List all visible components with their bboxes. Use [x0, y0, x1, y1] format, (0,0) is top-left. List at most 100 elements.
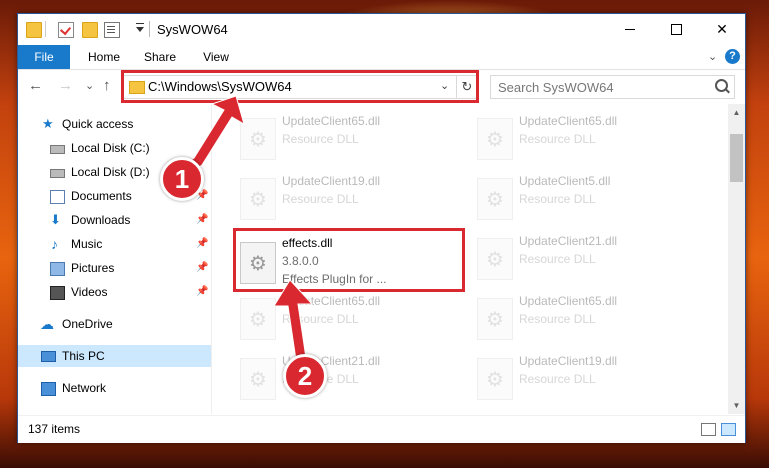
new-folder-icon[interactable]	[82, 22, 98, 38]
step-badge-1: 1	[160, 157, 204, 201]
dll-file-icon	[477, 178, 513, 220]
navigation-pane: ★ Quick access Local Disk (C:) Local Dis…	[18, 104, 211, 414]
navigation-bar: ← → ⌄ ↑ C:\Windows\SysWOW64 ⌄ ↻ Search S…	[18, 70, 745, 102]
pin-icon[interactable]: 📌	[196, 209, 208, 231]
file-item[interactable]: UpdateClient21.dll Resource DLL	[234, 352, 462, 404]
file-name: UpdateClient19.dll	[282, 174, 381, 188]
music-icon: ♪	[51, 236, 58, 252]
dll-file-icon	[477, 118, 513, 160]
expand-ribbon-icon[interactable]: ⌄	[708, 50, 717, 63]
folder-icon	[129, 81, 145, 94]
sidebar-item-network[interactable]: Network	[18, 377, 211, 399]
documents-icon	[50, 190, 65, 204]
qa-divider	[45, 21, 46, 37]
pin-icon[interactable]: 📌	[196, 257, 208, 279]
scroll-up-icon[interactable]: ▲	[728, 104, 745, 121]
window-title: SysWOW64	[157, 22, 228, 37]
sidebar-item-label: This PC	[62, 349, 105, 363]
quick-access-dropdown-icon[interactable]	[136, 23, 144, 32]
details-view-icon[interactable]	[701, 423, 716, 436]
search-box[interactable]: Search SysWOW64	[490, 75, 735, 99]
search-icon[interactable]	[715, 79, 728, 92]
vertical-scrollbar[interactable]: ▲ ▼	[728, 104, 745, 414]
file-item[interactable]: UpdateClient5.dll Resource DLL	[471, 172, 699, 224]
sidebar-item-onedrive[interactable]: ☁ OneDrive	[18, 313, 211, 335]
dll-file-icon	[240, 242, 276, 284]
sidebar-item-label: Quick access	[62, 117, 134, 131]
network-icon	[41, 382, 56, 396]
close-button[interactable]: ✕	[699, 14, 745, 45]
file-item[interactable]: UpdateClient65.dll Resource DLL	[234, 292, 462, 344]
drive-icon	[50, 169, 65, 178]
sidebar-item-downloads[interactable]: ⬇ Downloads 📌	[18, 209, 211, 231]
scrollbar-thumb[interactable]	[730, 134, 743, 182]
large-icons-view-icon[interactable]	[721, 423, 736, 436]
recent-locations-icon[interactable]: ⌄	[85, 79, 94, 92]
sidebar-item-label: Music	[71, 237, 103, 251]
dll-file-icon	[477, 358, 513, 400]
dll-file-icon	[477, 238, 513, 280]
address-bar[interactable]: C:\Windows\SysWOW64 ⌄ ↻	[123, 75, 478, 99]
tab-file[interactable]: File	[18, 45, 70, 69]
address-dropdown-icon[interactable]: ⌄	[440, 79, 449, 92]
sidebar-item-quick-access[interactable]: ★ Quick access	[18, 113, 211, 135]
tab-share[interactable]: Share	[140, 45, 180, 69]
cloud-icon: ☁	[40, 316, 54, 332]
file-description: Resource DLL	[282, 192, 359, 206]
file-name: UpdateClient65.dll	[519, 114, 618, 128]
back-arrow-icon[interactable]: ←	[28, 77, 43, 94]
up-arrow-icon[interactable]: ↑	[103, 77, 111, 94]
file-explorer-window: SysWOW64 ✕ File Home Share View ⌄ ? ← → …	[17, 13, 746, 443]
customize-icon[interactable]	[104, 22, 120, 38]
file-name: UpdateClient65.dll	[282, 114, 381, 128]
file-item[interactable]: UpdateClient65.dll Resource DLL	[234, 112, 462, 164]
file-description: Resource DLL	[519, 372, 596, 386]
search-input[interactable]: Search SysWOW64	[498, 80, 614, 95]
sidebar-item-label: Local Disk (D:)	[71, 165, 150, 179]
pin-icon[interactable]: 📌	[196, 233, 208, 255]
help-icon[interactable]: ?	[725, 49, 740, 64]
maximize-button[interactable]	[653, 14, 699, 45]
file-item[interactable]: UpdateClient65.dll Resource DLL	[471, 112, 699, 164]
file-name: effects.dll	[282, 236, 333, 250]
tab-home[interactable]: Home	[82, 45, 126, 69]
sidebar-item-local-disk-c[interactable]: Local Disk (C:)	[18, 137, 211, 159]
file-item-effects-dll[interactable]: effects.dll 3.8.0.0 Effects PlugIn for .…	[234, 232, 462, 290]
file-item[interactable]: UpdateClient19.dll Resource DLL	[471, 352, 699, 404]
sidebar-item-this-pc[interactable]: This PC	[18, 345, 211, 367]
dll-file-icon	[240, 178, 276, 220]
file-name: UpdateClient5.dll	[519, 174, 611, 188]
file-description: Resource DLL	[282, 312, 359, 326]
file-name: UpdateClient21.dll	[519, 234, 618, 248]
dll-file-icon	[240, 358, 276, 400]
tab-view[interactable]: View	[198, 45, 234, 69]
sidebar-item-label: Network	[62, 381, 107, 395]
dll-file-icon	[240, 298, 276, 340]
downloads-icon: ⬇	[50, 212, 61, 227]
file-name: UpdateClient19.dll	[519, 354, 618, 368]
file-item[interactable]: UpdateClient19.dll Resource DLL	[234, 172, 462, 224]
pin-icon[interactable]: 📌	[196, 281, 208, 303]
videos-icon	[50, 286, 65, 300]
properties-check-icon[interactable]	[58, 22, 74, 38]
minimize-button[interactable]	[607, 14, 653, 45]
folder-icon	[26, 22, 42, 38]
address-path[interactable]: C:\Windows\SysWOW64	[148, 79, 292, 94]
file-name: UpdateClient65.dll	[282, 294, 381, 308]
forward-arrow-icon[interactable]: →	[58, 77, 73, 94]
title-separator	[149, 21, 150, 37]
sidebar-item-label: Videos	[71, 285, 108, 299]
title-bar: SysWOW64 ✕	[18, 14, 745, 45]
file-description: Resource DLL	[519, 312, 596, 326]
sidebar-item-pictures[interactable]: Pictures 📌	[18, 257, 211, 279]
scroll-down-icon[interactable]: ▼	[728, 397, 745, 414]
file-description: Effects PlugIn for ...	[282, 272, 387, 286]
sidebar-item-label: Local Disk (C:)	[71, 141, 150, 155]
pictures-icon	[50, 262, 65, 276]
file-item[interactable]: UpdateClient65.dll Resource DLL	[471, 292, 699, 344]
refresh-icon[interactable]: ↻	[456, 76, 477, 98]
file-item[interactable]: UpdateClient21.dll Resource DLL	[471, 232, 699, 284]
sidebar-item-music[interactable]: ♪ Music 📌	[18, 233, 211, 255]
file-name: UpdateClient65.dll	[519, 294, 618, 308]
sidebar-item-videos[interactable]: Videos 📌	[18, 281, 211, 303]
